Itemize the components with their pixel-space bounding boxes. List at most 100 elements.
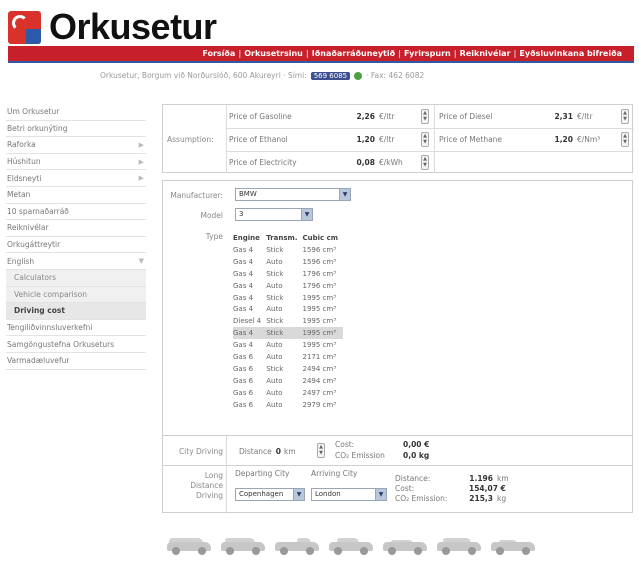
city-distance-stepper[interactable]: ▲ ▼ [317,443,325,458]
type-label: Type [205,232,223,241]
departing-label: Departing City [235,469,290,478]
type-row[interactable]: Gas 6 Auto 2497 cm³ [233,387,343,399]
type-row[interactable]: Gas 6 Auto 2979 cm³ [233,399,343,411]
transmission-header: Transm. [266,233,298,242]
sidebar-subitem-driving-cost[interactable]: Driving cost [6,303,146,320]
type-row[interactable]: Gas 4 Auto 1596 cm³ [233,256,343,268]
ethanol-price-stepper[interactable]: ▲ ▼ [421,132,429,147]
sidebar-item[interactable]: Reiknivélar [6,220,146,237]
type-row-selected[interactable]: Gas 4 Stick 1995 cm³ [233,327,344,340]
sedan-icon[interactable] [381,536,429,556]
sidebar-item[interactable]: 10 sparnaðarráð [6,204,146,221]
sidebar-item[interactable]: Eldsneyti ▶ [6,170,146,187]
sidebar-item[interactable]: Samgöngustefna Orkuseturs [6,336,146,353]
sidebar-item-english[interactable]: English ▼ [6,253,146,270]
phone-number: 569 6085 [310,71,351,80]
ethanol-price-row: Price of Ethanol 1,20 €/ltr [229,135,395,144]
expand-arrow-icon: ▶ [138,140,144,149]
contact-info: Orkusetur, Borgum við Norðurslóð, 600 Ak… [100,71,620,80]
top-navigation: Forsíða | Orkusetrsinu | Iðnaðarráðuneytið… [8,46,634,63]
diesel-price-stepper[interactable]: ▲ ▼ [621,109,629,124]
chevron-down-icon: ▼ [293,489,304,500]
chevron-down-icon: ▼ [375,489,386,500]
type-row[interactable]: Gas 4 Auto 1995 cm³ [233,303,343,315]
arriving-city-select[interactable]: London ▼ [311,488,387,501]
sidebar-item[interactable]: Betri orkunýting [6,121,146,138]
electricity-price-value: 0,08 [356,158,375,167]
sidebar-item[interactable]: Um Orkusetur [6,104,146,121]
type-row[interactable]: Gas 6 Auto 2171 cm³ [233,351,343,363]
sidebar-menu: Um Orkusetur Betri orkunýting Raforka ▶ H… [6,104,146,370]
methane-price-value: 1,20 [554,135,573,144]
orkusetur-logo-icon [8,10,41,44]
gasoline-price-stepper[interactable]: ▲ ▼ [421,109,429,124]
city-driving-label: City Driving [178,447,223,456]
city-distance-value: 0 [275,447,282,456]
expand-arrow-icon: ▶ [138,157,144,166]
pickup-icon[interactable] [273,536,321,556]
hatchback-icon[interactable] [327,536,375,556]
nav-calculators[interactable]: Reiknivélar [460,49,511,58]
nav-about[interactable]: Orkusetrsinu [244,49,303,58]
model-select[interactable]: 3 ▼ [235,208,313,221]
type-row[interactable]: Diesel 4 Stick 1995 cm³ [233,315,343,327]
long-cost-value: 154,07 € [469,484,506,493]
type-row[interactable]: Gas 4 Stick 1995 cm³ [233,292,343,304]
methane-price-stepper[interactable]: ▲ ▼ [621,132,629,147]
collapse-arrow-icon: ▼ [138,257,144,266]
wagon-icon[interactable] [435,536,483,556]
diesel-price-value: 2,31 [554,112,573,121]
diesel-price-row: Price of Diesel 2,31 €/ltr [439,112,593,121]
city-co2-value: 0,0 kg [403,451,430,460]
sidebar-subitem-vehicle-comparison[interactable]: Vehicle comparison [6,286,146,304]
arriving-label: Arriving City [311,469,358,478]
sidebar-item[interactable]: Metan [6,187,146,204]
sidebar-item[interactable]: Varmadæluvefur [6,353,146,370]
phone-status-icon [354,71,363,80]
sidebar-item[interactable]: Húshitun ▶ [6,154,146,171]
brand-logo[interactable]: Orkusetur [8,6,217,48]
engine-header: Engine [233,233,260,242]
type-row[interactable]: Gas 4 Auto 1995 cm³ [233,339,343,351]
long-co2-value: 215,3 [469,494,493,503]
model-label: Model [200,211,223,220]
minivan-icon[interactable] [219,536,267,556]
type-row[interactable]: Gas 6 Stick 2494 cm³ [233,363,343,375]
coupe-icon[interactable] [489,536,537,556]
nav-ministry[interactable]: Iðnaðarráðuneytið [312,49,395,58]
sidebar-subitem-calculators[interactable]: Calculators [6,269,146,287]
sidebar-item[interactable]: Orkugáttreytir [6,237,146,254]
nav-home[interactable]: Forsíða [202,49,235,58]
vehicle-type-table: Engine Transm. Cubic cm Gas 4 Stick 1596 c… [233,233,344,411]
sidebar-item[interactable]: Raforka ▶ [6,137,146,154]
sidebar-item[interactable]: Tengiliðvinnsluverkefni [6,320,146,337]
methane-price-row: Price of Methane 1,20 €/Nm³ [439,135,601,144]
assumptions-panel: Assumption: Price of Gasoline 2,26 €/ltr… [162,104,634,173]
manufacturer-label: Manufacturer: [170,191,223,200]
manufacturer-select[interactable]: BMW ▼ [235,188,351,201]
gasoline-price-row: Price of Gasoline 2,26 €/ltr [229,112,395,121]
city-driving-section: City Driving Distance 0 km ▲ ▼ Cost: 0,00… [163,435,632,466]
electricity-price-stepper[interactable]: ▲ ▼ [421,155,429,170]
driving-cost-panel: Manufacturer: BMW ▼ Model 3 ▼ Type Engine … [162,180,633,514]
expand-arrow-icon: ▶ [138,174,144,183]
type-row[interactable]: Gas 4 Stick 1796 cm³ [233,268,343,280]
chevron-down-icon: ▼ [339,189,350,200]
type-row[interactable]: Gas 4 Stick 1596 cm³ [233,244,343,256]
vehicle-icons-row [165,536,537,556]
long-distance-value: 1.196 [469,474,493,483]
assumption-label: Assumption: [167,135,214,144]
nav-vehicle-efficiency[interactable]: Eyðsluvinkana bifreiða [519,49,622,58]
type-row[interactable]: Gas 4 Auto 1796 cm³ [233,280,343,292]
brand-name: Orkusetur [49,6,217,47]
nav-inquiry[interactable]: Fyrirspurn [404,49,451,58]
fax-text: · Fax: 462 6082 [366,71,425,80]
electricity-price-row: Price of Electricity 0,08 €/kWh [229,158,403,167]
van-icon[interactable] [165,536,213,556]
type-row[interactable]: Gas 6 Auto 2494 cm³ [233,375,343,387]
cubic-cm-header: Cubic cm [302,233,339,242]
departing-city-select[interactable]: Copenhagen ▼ [235,488,305,501]
ethanol-price-value: 1,20 [356,135,375,144]
city-cost-value: 0,00 € [403,440,430,449]
long-distance-section: Long Distance Driving Departing City Arriv… [163,465,632,514]
